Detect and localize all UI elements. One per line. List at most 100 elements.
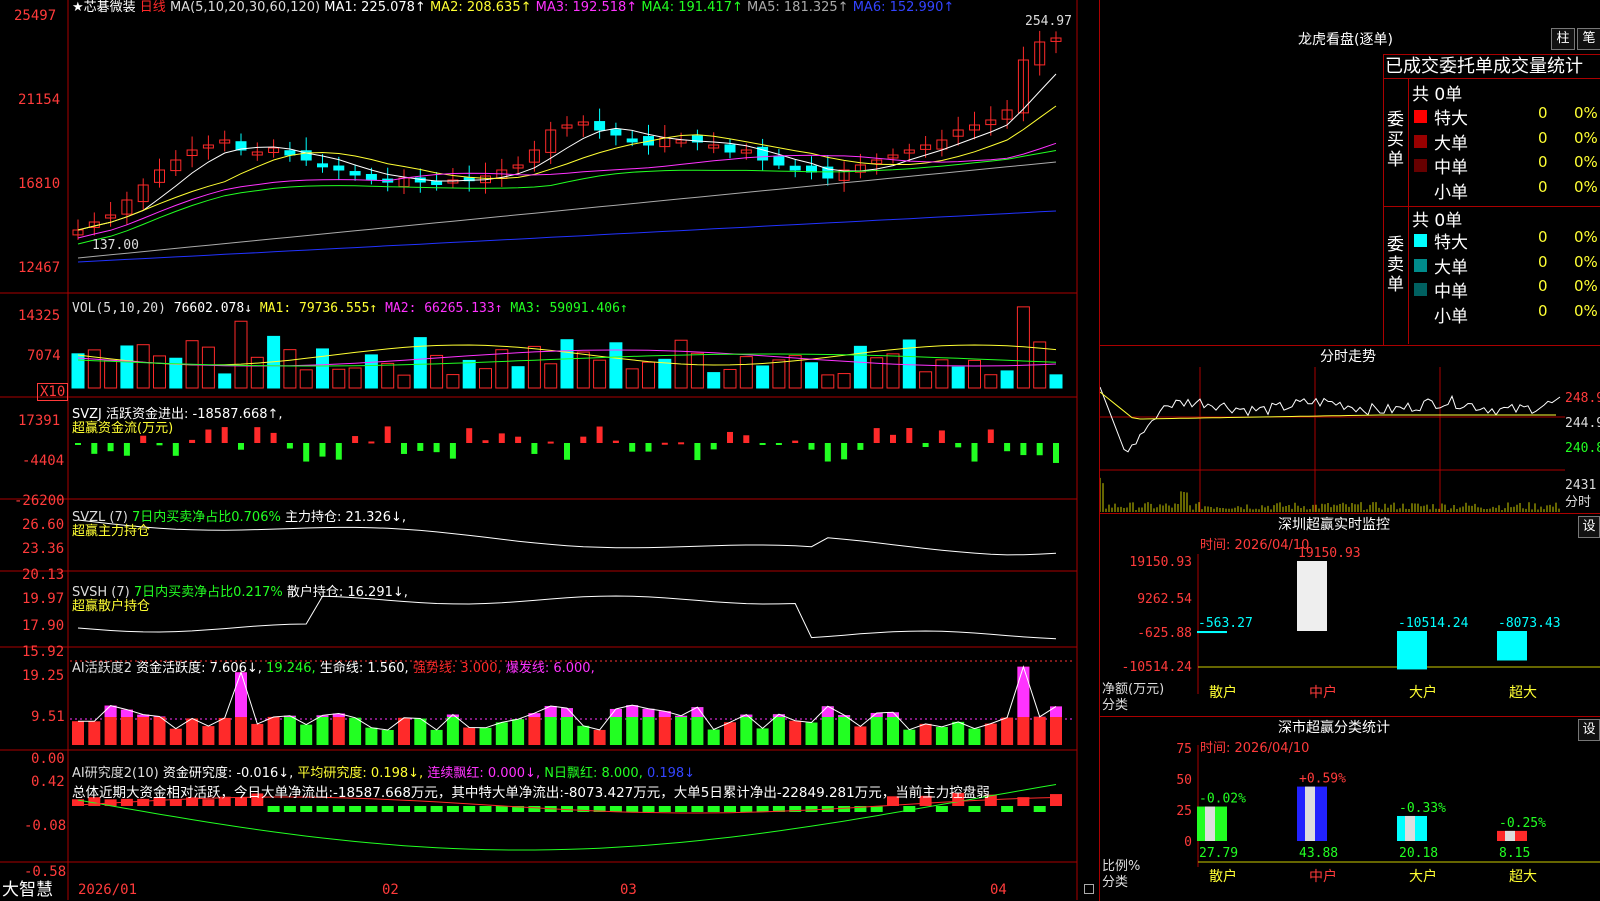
flow-bar bbox=[320, 443, 326, 457]
intraday-unit: 分时 bbox=[1565, 495, 1591, 510]
sz-category-label: 超大 bbox=[1509, 685, 1537, 701]
sz-value-label: -10514.24 bbox=[1398, 616, 1469, 631]
intraday-panel[interactable]: 分时走势 248.9 244.9 240.8 2431 分时 bbox=[1099, 345, 1600, 514]
volume-bar bbox=[105, 360, 117, 388]
date-tick-3: 03 bbox=[620, 883, 637, 898]
flow-bar bbox=[874, 428, 880, 443]
intraday-avg-line bbox=[1100, 392, 1556, 419]
svzl-sub: 超赢主力持仓 bbox=[72, 524, 150, 539]
order-size-label: 特大 bbox=[1434, 228, 1468, 253]
flow-bar bbox=[564, 443, 570, 460]
ai2-a: 资金研究度: -0.016↓, bbox=[163, 766, 293, 781]
legend-swatch bbox=[1414, 110, 1427, 123]
intraday-chart[interactable] bbox=[1100, 367, 1600, 514]
bar-mode-button[interactable]: 柱 bbox=[1551, 28, 1575, 50]
lock-icon[interactable] bbox=[1084, 884, 1094, 894]
pen-mode-button[interactable]: 笔 bbox=[1577, 28, 1600, 50]
lhb-title: 龙虎看盘(逐单) bbox=[1298, 33, 1393, 48]
svsh-ratio: 7日内买卖净占比0.217% bbox=[134, 585, 283, 600]
research-bar bbox=[528, 806, 540, 812]
activity-bar bbox=[806, 723, 818, 745]
activity-bar bbox=[512, 719, 524, 745]
research-bar bbox=[1001, 806, 1013, 812]
activity-bar bbox=[496, 722, 508, 745]
volume-bar bbox=[447, 375, 459, 388]
cls-change-label: -0.02% bbox=[1199, 792, 1246, 807]
svsh-hold: 散户持仓: 16.291↓, bbox=[287, 585, 408, 600]
activity-bar bbox=[577, 726, 589, 745]
flow-bar bbox=[287, 443, 293, 449]
flow-bar bbox=[1004, 443, 1010, 451]
ai2-summary: 总体近期大资金相对活跃，今日大单净流出:-18587.668万元，其中特大单净流… bbox=[72, 786, 990, 801]
svsh-y-tick-2: 17.90 bbox=[22, 618, 64, 634]
legend-swatch bbox=[1414, 234, 1427, 247]
flow-bar bbox=[955, 443, 961, 447]
volume-bar bbox=[1001, 371, 1013, 388]
flow-bar bbox=[108, 443, 114, 451]
svzj-y-tick-1: 17391 bbox=[18, 413, 60, 429]
high-price-label: 254.97 bbox=[1025, 14, 1072, 29]
research-bar bbox=[398, 806, 410, 812]
brand-label[interactable]: 大智慧 bbox=[2, 880, 53, 900]
flow-bar bbox=[303, 443, 309, 462]
main-y-tick-2: 21154 bbox=[18, 92, 60, 108]
activity-bar bbox=[1001, 718, 1013, 745]
flow-bar bbox=[629, 443, 635, 452]
cls-bar-highlight bbox=[1505, 831, 1515, 841]
ai1-y-tick-2: 9.51 bbox=[31, 709, 65, 725]
ai1-c: 生命线: 1.560, bbox=[320, 661, 409, 676]
date-tick-2: 02 bbox=[382, 883, 399, 898]
date-tick-1: 2026/01 bbox=[78, 883, 137, 898]
stock-name[interactable]: ★芯碁微装 bbox=[72, 0, 136, 15]
volume-bar bbox=[594, 360, 606, 388]
flow-bar bbox=[906, 428, 912, 443]
order-count: 0 bbox=[1538, 253, 1548, 271]
activity-bar bbox=[920, 724, 932, 745]
flow-bar bbox=[336, 443, 342, 460]
legend-swatch bbox=[1414, 283, 1427, 296]
activity-bar bbox=[333, 713, 345, 745]
ma-params: MA(5,10,20,30,60,120) bbox=[170, 0, 320, 15]
research-bar bbox=[675, 806, 687, 812]
activity-bar bbox=[317, 715, 329, 745]
ai1-header: AI活跃度2 资金活跃度: 7.606↓, 19.246, 生命线: 1.560… bbox=[72, 661, 595, 676]
flow-bar bbox=[809, 443, 815, 450]
volume-bar bbox=[724, 369, 736, 388]
intraday-tick-3: 240.8 bbox=[1565, 441, 1600, 456]
order-count: 0 bbox=[1538, 277, 1548, 295]
vol-unit-badge[interactable]: X10 bbox=[37, 383, 68, 401]
flow-bar bbox=[694, 443, 700, 460]
research-bar bbox=[838, 806, 850, 812]
kline-chart-area[interactable] bbox=[0, 0, 1100, 900]
volume-bar bbox=[887, 354, 899, 388]
divider bbox=[1408, 78, 1409, 344]
period-label[interactable]: 日线 bbox=[140, 0, 166, 15]
flow-bar bbox=[173, 443, 179, 456]
flow-bar bbox=[662, 443, 668, 445]
order-percent: 0% bbox=[1574, 129, 1598, 147]
activity-bar bbox=[300, 725, 312, 745]
activity-bar bbox=[1034, 717, 1046, 745]
volume-bar bbox=[545, 364, 557, 388]
research-bar bbox=[414, 806, 426, 812]
ai2-y-tick-1: 0.42 bbox=[31, 774, 65, 790]
volume-bar bbox=[431, 355, 443, 388]
lhb-header: 已成交委托单成交量统计 bbox=[1385, 56, 1583, 78]
activity-top-bar bbox=[235, 672, 247, 717]
cls-category-label: 大户 bbox=[1409, 868, 1437, 885]
ai1-d: 强势线: 3.000, bbox=[413, 661, 502, 676]
flow-bar bbox=[368, 441, 374, 443]
cls-category-label: 超大 bbox=[1509, 869, 1537, 885]
flow-bar bbox=[678, 442, 684, 444]
order-percent: 0% bbox=[1574, 153, 1598, 171]
ai1-b: 19.246, bbox=[266, 661, 316, 676]
research-bar bbox=[300, 806, 312, 812]
order-percent: 0% bbox=[1574, 253, 1598, 271]
order-count: 0 bbox=[1538, 104, 1548, 122]
intraday-title: 分时走势 bbox=[1320, 350, 1376, 365]
volume-bar bbox=[512, 367, 524, 388]
research-bar bbox=[349, 806, 361, 812]
cls-bar-highlight bbox=[1305, 787, 1315, 841]
svzj-sub: 超赢资金流(万元) bbox=[72, 421, 173, 436]
flow-bar bbox=[271, 433, 277, 443]
